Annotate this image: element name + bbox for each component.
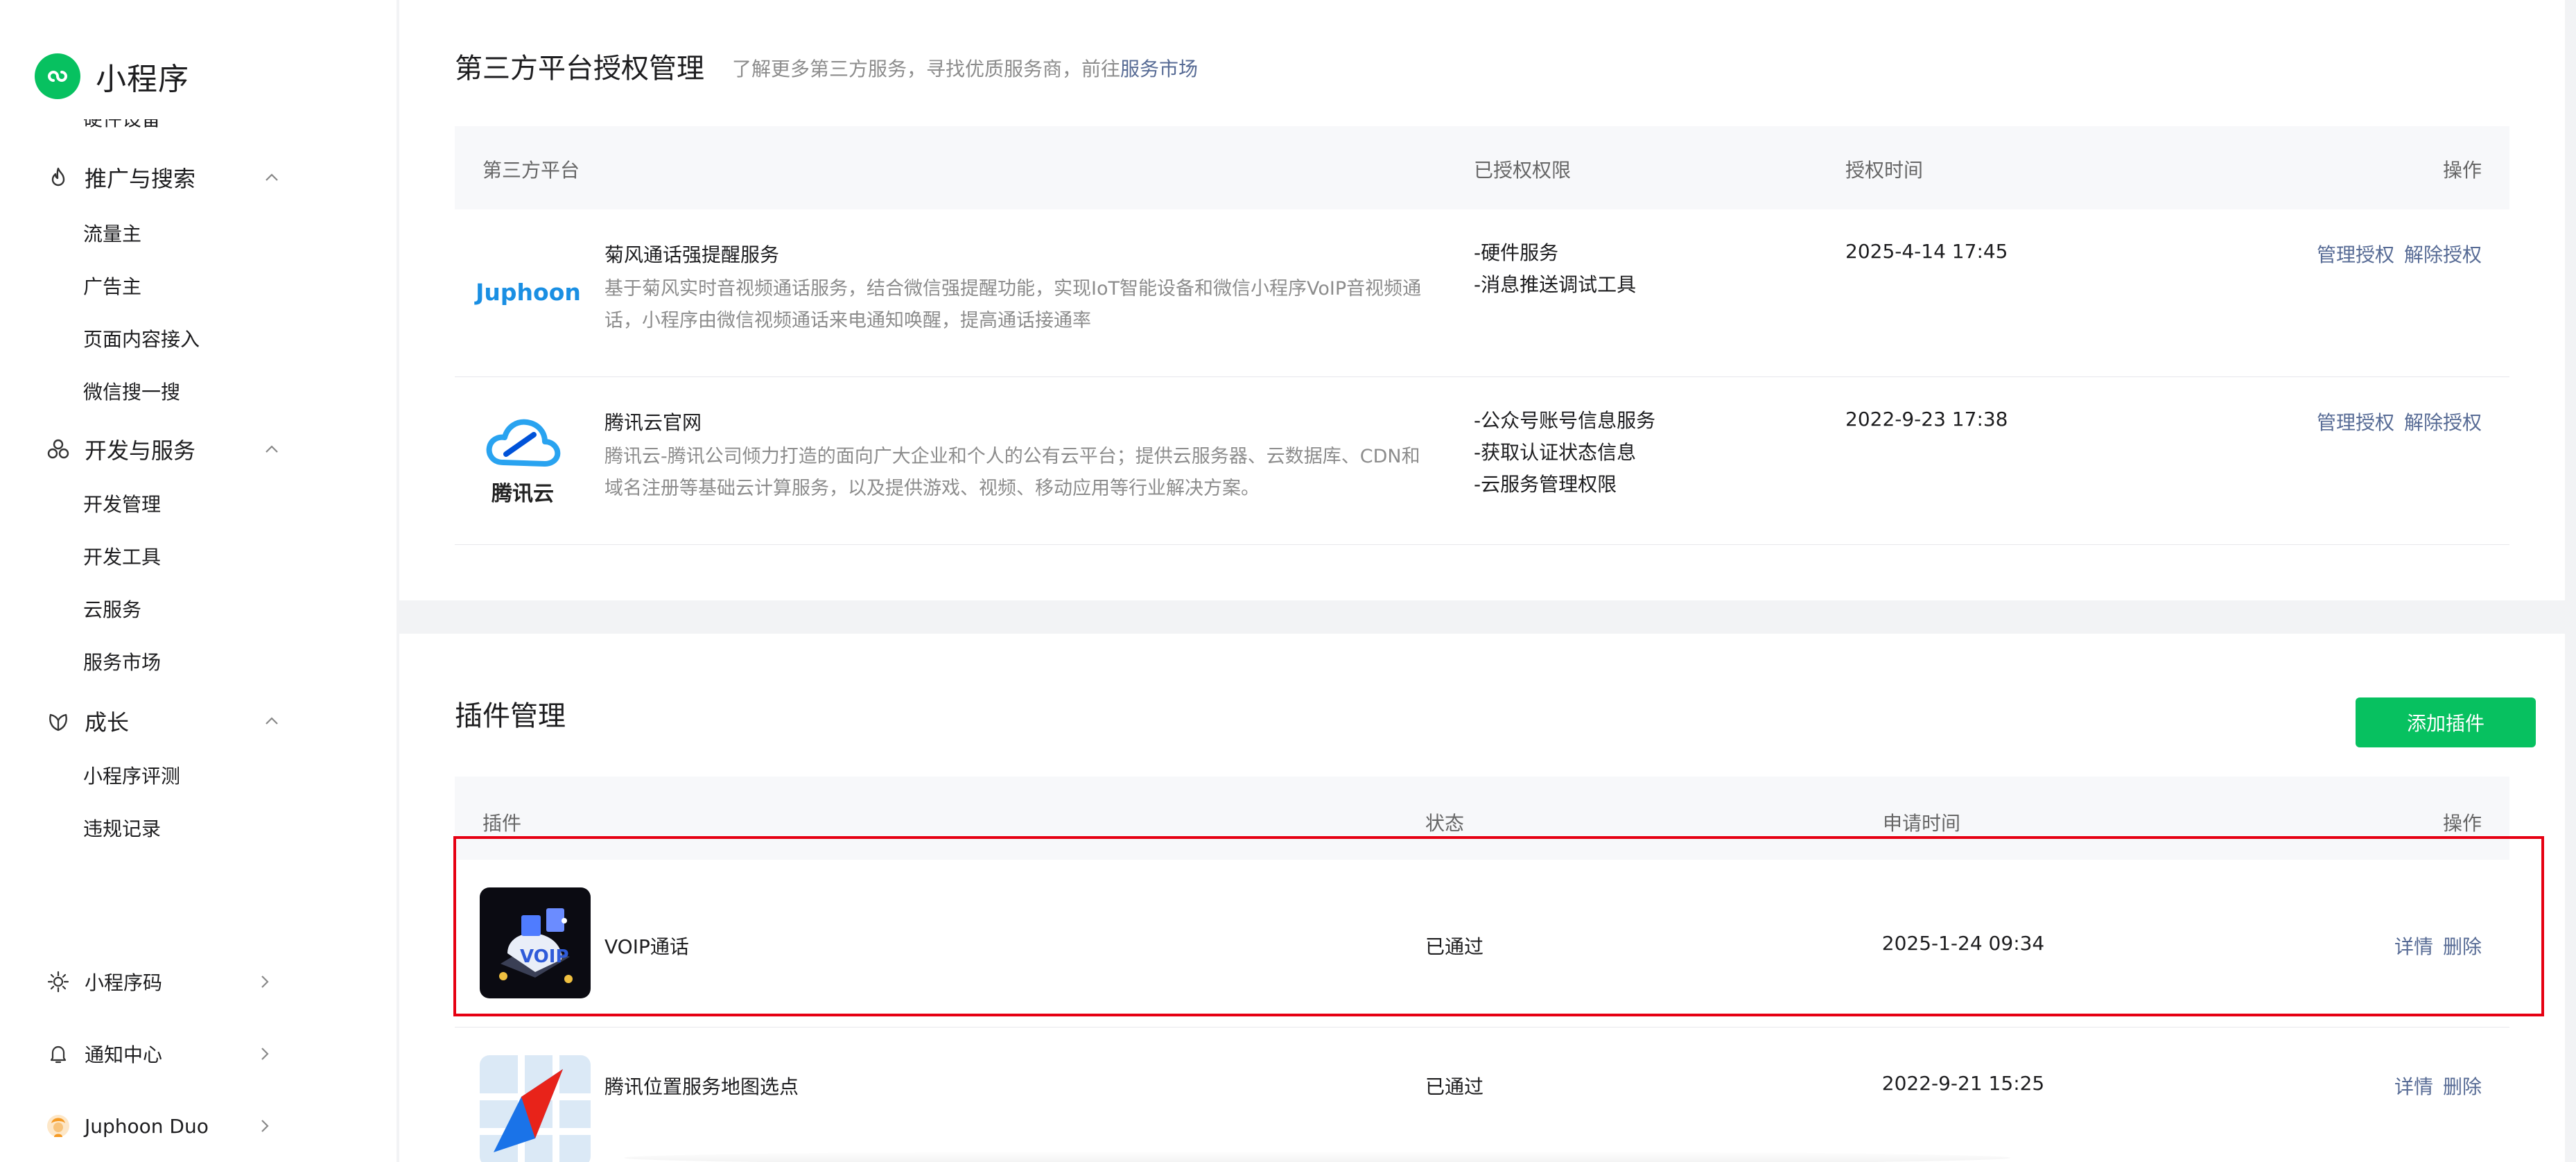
table-row: Juphoon 菊风通话强提醒服务 基于菊风实时音视频通话服务，结合微信强提醒功… xyxy=(455,209,2509,377)
map-picker-plugin-icon xyxy=(480,1055,591,1162)
auth-time: 2025-4-14 17:45 xyxy=(1845,240,2008,263)
revoke-auth-link[interactable]: 解除授权 xyxy=(2404,411,2482,434)
chevron-right-icon xyxy=(256,973,273,990)
plugin-status: 已通过 xyxy=(1425,1075,1484,1098)
sidebar-item-advertiser[interactable]: 广告主 xyxy=(83,272,141,302)
growth-icon xyxy=(44,707,72,735)
header-permissions: 已授权权限 xyxy=(1474,159,1572,182)
sidebar-account[interactable]: Juphoon Duo xyxy=(44,1105,273,1147)
platform-name: 腾讯云官网 xyxy=(604,411,702,434)
delete-link[interactable]: 删除 xyxy=(2443,1075,2482,1098)
auth-time: 2022-9-23 17:38 xyxy=(1845,408,2008,431)
table-row: 腾讯云 腾讯云官网 腾讯云-腾讯公司倾力打造的面向广大企业和个人的公有云平台；提… xyxy=(455,377,2509,545)
permission-item: -公众号账号信息服务 xyxy=(1474,409,1656,432)
highlight-box xyxy=(453,836,2544,1016)
bottom-item-label: Juphoon Duo xyxy=(85,1114,209,1138)
chevron-up-icon[interactable] xyxy=(263,713,280,729)
permission-item: -云服务管理权限 xyxy=(1474,473,1617,496)
section-title: 第三方平台授权管理 xyxy=(455,53,704,85)
revoke-auth-link[interactable]: 解除授权 xyxy=(2404,243,2482,266)
code-icon xyxy=(44,968,72,996)
header-time: 授权时间 xyxy=(1845,159,1924,182)
flame-icon xyxy=(44,164,72,191)
third-party-auth-card: 第三方平台授权管理 了解更多第三方服务，寻找优质服务商，前往服务市场 第三方平台… xyxy=(399,0,2565,600)
section-title: 插件管理 xyxy=(455,700,566,732)
tencent-cloud-logo-icon: 腾讯云 xyxy=(480,412,566,509)
sidebar-notification-center[interactable]: 通知中心 xyxy=(44,1033,273,1075)
permission-item: -获取认证状态信息 xyxy=(1474,441,1637,464)
permission-item: -消息推送调试工具 xyxy=(1474,273,1637,296)
sidebar-mini-program-code[interactable]: 小程序码 xyxy=(44,961,273,1003)
nav-group-dev-services[interactable]: 开发与服务 xyxy=(44,428,280,470)
nav-group-promotion[interactable]: 推广与搜索 xyxy=(44,157,280,198)
platform-desc: 腾讯云-腾讯公司倾力打造的面向广大企业和个人的公有云平台；提供云服务器、云数据库… xyxy=(604,446,1420,499)
header-apply-time: 申请时间 xyxy=(1883,812,1961,835)
sidebar-item-evaluation[interactable]: 小程序评测 xyxy=(83,761,180,792)
row-ops: 详情 删除 xyxy=(2385,1072,2482,1100)
sidebar-item-dev-tools[interactable]: 开发工具 xyxy=(83,542,161,573)
chevron-right-icon xyxy=(256,1046,273,1062)
third-party-table-header: 第三方平台 已授权权限 授权时间 操作 xyxy=(455,126,2509,209)
platform-name: 菊风通话强提醒服务 xyxy=(604,243,780,266)
header-status: 状态 xyxy=(1425,812,1465,835)
header-ops: 操作 xyxy=(2442,159,2482,182)
plugin-name: 腾讯位置服务地图选点 xyxy=(604,1075,799,1098)
manage-auth-link[interactable]: 管理授权 xyxy=(2317,243,2394,266)
header-plugin: 插件 xyxy=(482,812,522,835)
chevron-up-icon[interactable] xyxy=(263,169,280,186)
sidebar: 小程序 硬件设备 推广与搜索 流量主 广告主 页面内容接入 微信搜一搜 开发与服… xyxy=(0,0,397,1162)
table-row: 腾讯位置服务地图选点 已通过 2022-9-21 15:25 详情 删除 xyxy=(455,1027,2509,1162)
section-subtitle: 了解更多第三方服务，寻找优质服务商，前往服务市场 xyxy=(732,54,1198,82)
sidebar-item-page-content[interactable]: 页面内容接入 xyxy=(83,324,200,355)
row-ops: 管理授权 解除授权 xyxy=(2307,240,2482,268)
juphoon-logo-icon: Juphoon xyxy=(476,278,581,306)
detail-link[interactable]: 详情 xyxy=(2394,1075,2433,1098)
service-market-link[interactable]: 服务市场 xyxy=(1120,58,1198,80)
manage-auth-link[interactable]: 管理授权 xyxy=(2317,411,2394,434)
nav-group-label: 开发与服务 xyxy=(85,437,196,464)
bottom-item-label: 通知中心 xyxy=(85,1043,163,1066)
nav-group-growth[interactable]: 成长 xyxy=(44,700,280,742)
chevron-right-icon xyxy=(256,1118,273,1134)
row-ops: 管理授权 解除授权 xyxy=(2307,408,2482,435)
sidebar-item-traffic-host[interactable]: 流量主 xyxy=(83,219,141,250)
sidebar-item-hardware-cut[interactable]: 硬件设备 xyxy=(83,119,161,132)
bottom-item-label: 小程序码 xyxy=(85,971,163,994)
nav-group-label: 推广与搜索 xyxy=(85,166,196,192)
avatar-icon xyxy=(44,1112,72,1140)
scroll-shadow xyxy=(624,1151,2010,1162)
header-ops: 操作 xyxy=(2442,812,2482,835)
sidebar-item-wechat-search[interactable]: 微信搜一搜 xyxy=(83,377,180,408)
chevron-up-icon[interactable] xyxy=(263,441,280,458)
permission-list: -公众号账号信息服务 -获取认证状态信息 -云服务管理权限 xyxy=(1474,405,1655,501)
bell-icon xyxy=(44,1040,72,1068)
sidebar-item-violation-record[interactable]: 违规记录 xyxy=(83,814,161,844)
brand[interactable]: 小程序 xyxy=(35,49,189,104)
nav-group-label: 成长 xyxy=(85,709,130,736)
mini-program-logo-icon xyxy=(35,53,80,99)
permission-item: -硬件服务 xyxy=(1474,241,1559,264)
plugin-apply-time: 2022-9-21 15:25 xyxy=(1881,1072,2045,1095)
permission-list: -硬件服务 -消息推送调试工具 xyxy=(1474,237,1636,301)
subtitle-text: 了解更多第三方服务，寻找优质服务商，前往 xyxy=(732,58,1121,80)
header-platform: 第三方平台 xyxy=(482,159,580,182)
platform-desc: 基于菊风实时音视频通话服务，结合微信强提醒功能，实现IoT智能设备和微信小程序V… xyxy=(604,278,1422,331)
dev-services-icon xyxy=(44,435,72,463)
sidebar-item-dev-management[interactable]: 开发管理 xyxy=(83,489,161,520)
add-plugin-button[interactable]: 添加插件 xyxy=(2356,697,2536,747)
sidebar-item-service-market[interactable]: 服务市场 xyxy=(83,648,161,678)
sidebar-item-cloud-service[interactable]: 云服务 xyxy=(83,595,141,625)
brand-title: 小程序 xyxy=(96,62,189,97)
